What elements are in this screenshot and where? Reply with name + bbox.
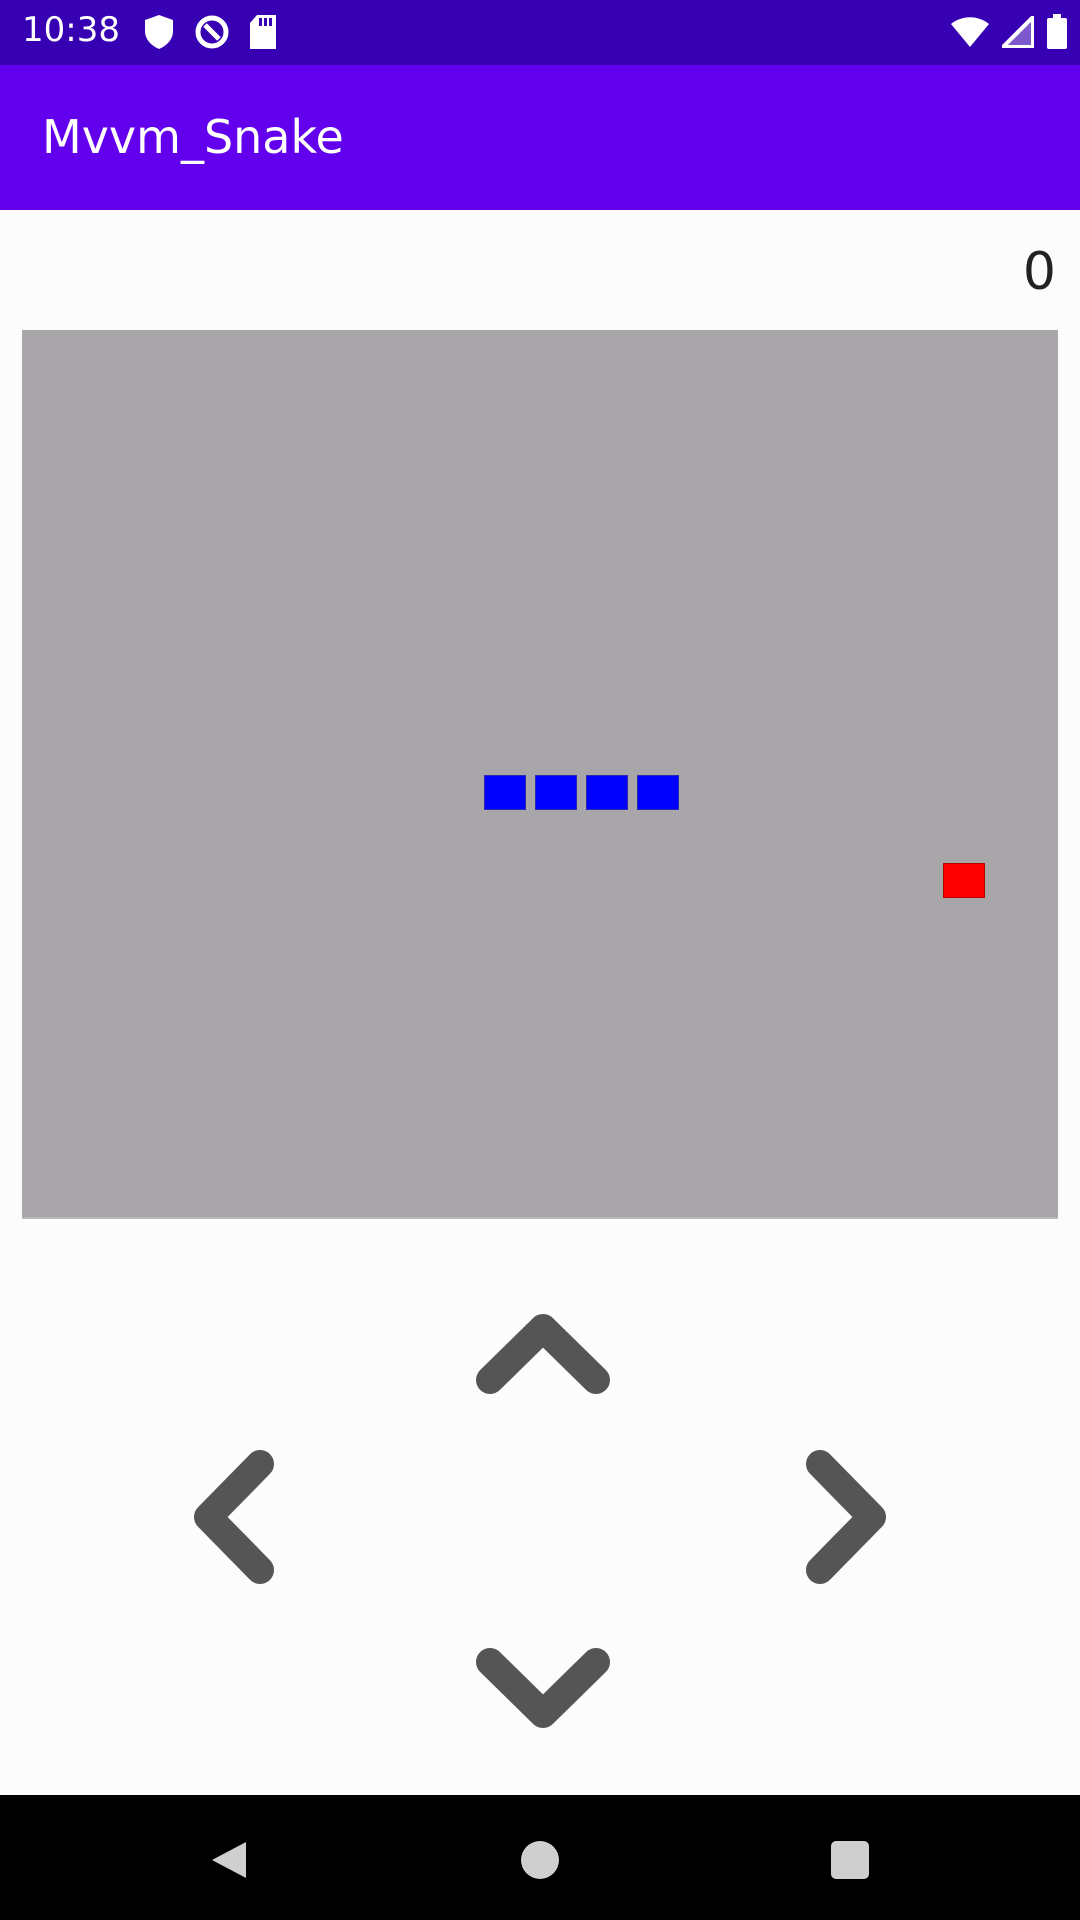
down-button[interactable] [463, 1610, 623, 1770]
home-button[interactable] [510, 1830, 570, 1890]
snake-head [637, 775, 679, 810]
battery-icon [1047, 14, 1067, 49]
food-item [943, 863, 985, 898]
app-title: Mvvm_Snake [42, 110, 344, 164]
back-triangle-icon [212, 1842, 246, 1878]
status-time: 10:38 [22, 10, 120, 50]
sd-card-icon [250, 15, 276, 49]
chevron-right-icon [806, 1450, 886, 1584]
app-bar: Mvvm_Snake [0, 65, 1080, 210]
navigation-bar [0, 1795, 1080, 1920]
score-counter: 0 [1022, 242, 1056, 302]
status-icons-right [950, 10, 1068, 54]
chevron-down-icon [476, 1648, 610, 1728]
chevron-up-icon [476, 1314, 610, 1394]
recents-square-icon [831, 1841, 869, 1879]
status-icons-left [143, 10, 277, 54]
game-board [22, 330, 1058, 1219]
cell-signal-icon [1002, 16, 1034, 48]
shield-icon [145, 15, 173, 49]
left-button[interactable] [150, 1437, 310, 1597]
home-circle-icon [521, 1841, 559, 1879]
sync-icon [195, 15, 229, 49]
back-button[interactable] [198, 1830, 258, 1890]
up-button[interactable] [463, 1270, 623, 1430]
wifi-icon [951, 17, 989, 47]
chevron-left-icon [194, 1450, 274, 1584]
snake-segment [586, 775, 628, 810]
recents-button[interactable] [820, 1830, 880, 1890]
right-button[interactable] [770, 1437, 930, 1597]
status-bar: 10:38 [0, 0, 1080, 65]
snake-segment [535, 775, 577, 810]
snake-segment [484, 775, 526, 810]
